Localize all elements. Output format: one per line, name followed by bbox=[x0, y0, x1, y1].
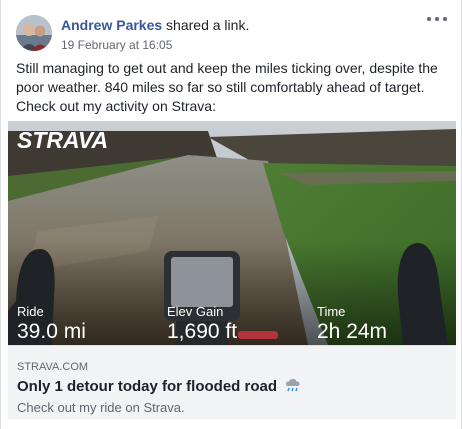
stat-value: 39.0 mi bbox=[17, 320, 86, 343]
stat-label: Elev Gain bbox=[167, 304, 224, 319]
post-text: Still managing to get out and keep the m… bbox=[16, 60, 438, 114]
rain-cloud-icon bbox=[284, 377, 302, 397]
feed-post: Andrew Parkes shared a link. 19 February… bbox=[0, 0, 462, 429]
stat-label: Ride bbox=[17, 304, 44, 319]
stat-label: Time bbox=[317, 304, 346, 319]
post-timestamp[interactable]: 19 February at 16:05 bbox=[61, 38, 172, 52]
post-author-line: Andrew Parkes shared a link. bbox=[61, 17, 249, 33]
strava-logo: STRAVA bbox=[17, 127, 109, 153]
more-options-icon[interactable] bbox=[425, 11, 449, 27]
stat-elev-gain: Elev Gain 1,690 ft bbox=[167, 304, 237, 343]
stat-time: Time 2h 24m bbox=[317, 304, 387, 343]
post-action-text: shared a link. bbox=[162, 17, 250, 33]
stat-value: 2h 24m bbox=[317, 320, 388, 343]
post-header: Andrew Parkes shared a link. 19 February… bbox=[1, 0, 461, 58]
link-title: Only 1 detour today for flooded road bbox=[17, 377, 278, 395]
stat-ride: Ride 39.0 mi bbox=[17, 304, 86, 343]
link-description: Check out my ride on Strava. bbox=[17, 400, 185, 415]
author-name[interactable]: Andrew Parkes bbox=[61, 17, 162, 33]
stat-value: 1,690 ft bbox=[167, 320, 238, 343]
link-preview[interactable]: STRAVA.COM Only 1 detour today for flood… bbox=[8, 345, 456, 419]
link-domain: STRAVA.COM bbox=[17, 361, 89, 373]
link-title-row[interactable]: Only 1 detour today for flooded road bbox=[17, 377, 302, 397]
avatar[interactable] bbox=[16, 15, 52, 51]
strava-activity-image[interactable]: STRAVA Ride 39.0 mi Elev Gain 1,690 ft T… bbox=[8, 121, 456, 345]
